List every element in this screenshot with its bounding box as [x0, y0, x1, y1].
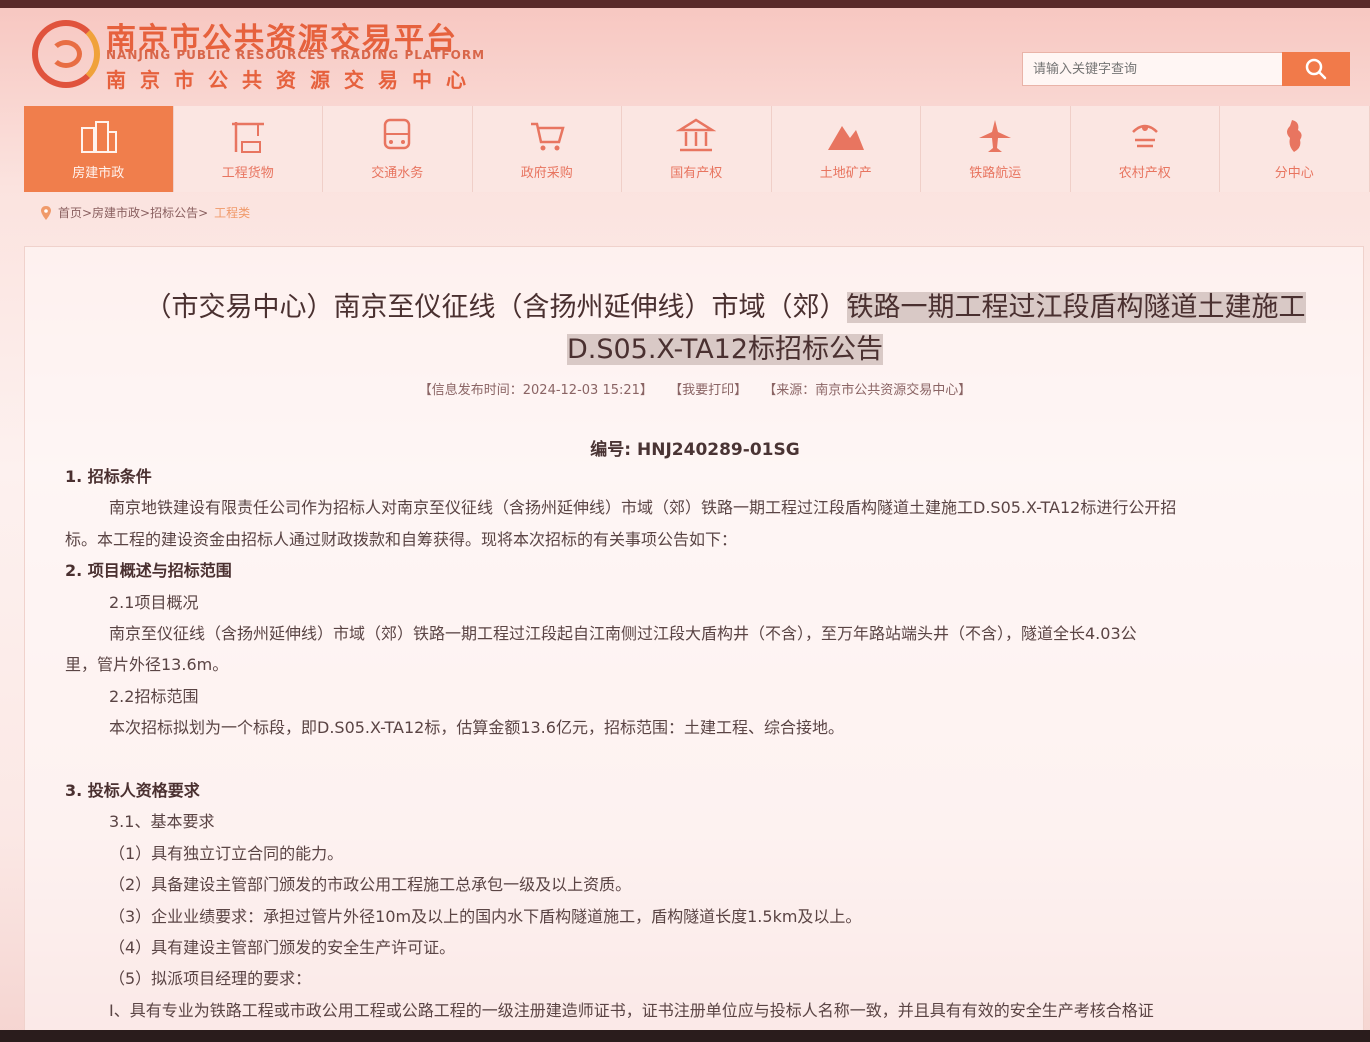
- screen: 南京市公共资源交易平台 NANJING PUBLIC RESOURCES TRA…: [0, 0, 1370, 1042]
- nav-item-label: 交通水务: [371, 165, 424, 181]
- section-heading: 3. 投标人资格要求: [65, 781, 200, 800]
- nav-item-engineering[interactable]: 工程货物: [173, 106, 323, 192]
- source-label: 【来源：南京市公共资源交易中心】: [763, 383, 972, 398]
- article-meta: 【信息发布时间：2024-12-03 15:21】 【我要打印】 【来源：南京市…: [25, 379, 1365, 398]
- search-input[interactable]: [1022, 52, 1284, 86]
- breadcrumb-current: 工程类: [214, 206, 251, 220]
- site-subtitle: 南京市公共资源交易中心: [106, 68, 480, 92]
- title-part-2-highlighted: 铁路一期工程过江段盾构隧道土建施工: [846, 292, 1306, 323]
- print-link[interactable]: 【我要打印】: [669, 383, 747, 398]
- monitor-top-edge: [0, 0, 1370, 8]
- nav-item-transport[interactable]: 交通水务: [323, 106, 473, 192]
- search-button[interactable]: [1282, 52, 1350, 86]
- mountain-icon: [827, 125, 864, 150]
- body-line: 南京地铁建设有限责任公司作为招标人对南京至仪征线（含扬州延伸线）市域（郊）铁路一…: [109, 498, 1177, 518]
- main-nav: 房建市政 工程货物 交通水务 政府采购 国有产权 土地矿产 铁路航运 农村产权: [24, 106, 1370, 192]
- article-title: （市交易中心）南京至仪征线（含扬州延伸线）市域（郊）铁路一期工程过江段盾构隧道土…: [95, 287, 1355, 371]
- map-icon: [1287, 119, 1302, 152]
- cart-icon: [530, 122, 565, 150]
- breadcrumb: 首页>房建市政>招标公告> 工程类: [40, 204, 250, 221]
- nav-item-procurement[interactable]: 政府采购: [472, 106, 622, 192]
- body-line: 3.1、基本要求: [109, 812, 215, 832]
- bank-icon: [676, 118, 717, 151]
- site-title-en: NANJING PUBLIC RESOURCES TRADING PLATFOR…: [106, 48, 486, 62]
- nav-item-label: 分中心: [1274, 165, 1314, 181]
- body-line: 里，管片外径13.6m。: [65, 655, 229, 675]
- breadcrumb-path[interactable]: 首页>房建市政>招标公告>: [58, 204, 208, 221]
- publish-time: 【信息发布时间：2024-12-03 15:21】: [418, 383, 653, 398]
- nav-item-railway[interactable]: 铁路航运: [921, 106, 1071, 192]
- body-line: （3）企业业绩要求：承担过管片外径10m及以上的国内水下盾构隧道施工，盾构隧道长…: [109, 906, 862, 926]
- body-line: 2.1项目概况: [109, 592, 199, 612]
- nav-item-branch[interactable]: 分中心: [1220, 106, 1370, 192]
- body-line: （4）具有建设主管部门颁发的安全生产许可证。: [109, 938, 456, 957]
- farm-icon: [1131, 124, 1158, 147]
- section-heading: 1. 招标条件: [65, 467, 152, 486]
- search-icon: [1305, 58, 1327, 80]
- body-line: 标。本工程的建设资金由招标人通过财政拨款和自筹获得。现将本次招标的有关事项公告如…: [65, 529, 738, 549]
- crane-icon: [231, 121, 264, 153]
- monitor-bottom-edge: [0, 1030, 1370, 1042]
- buildings-icon: [81, 120, 118, 153]
- section-heading: 2. 项目概述与招标范围: [65, 561, 232, 581]
- bus-icon: [384, 118, 411, 149]
- nav-item-label: 房建市政: [72, 165, 125, 181]
- nav-item-label: 政府采购: [520, 165, 573, 181]
- site-logo-icon[interactable]: [32, 20, 100, 88]
- nav-item-rural[interactable]: 农村产权: [1070, 106, 1220, 192]
- body-line: （5）拟派项目经理的要求：: [109, 969, 312, 989]
- site-header: 南京市公共资源交易平台 NANJING PUBLIC RESOURCES TRA…: [0, 8, 1370, 104]
- plane-icon: [979, 119, 1012, 152]
- body-line: 南京至仪征线（含扬州延伸线）市域（郊）铁路一期工程过江段起自江南侧过江段大盾构井…: [109, 624, 1137, 643]
- body-line: （1）具有独立订立合同的能力。: [109, 843, 344, 863]
- nav-item-label: 土地矿产: [819, 165, 872, 181]
- nav-item-housing[interactable]: 房建市政: [24, 106, 174, 192]
- nav-item-label: 农村产权: [1118, 165, 1171, 181]
- location-pin-icon: [41, 205, 51, 220]
- doc-number: 编号: HNJ240289-01SG: [590, 440, 800, 460]
- body-line: 本次招标拟划为一个标段，即D.S05.X-TA12标，估算金额13.6亿元，招标…: [109, 718, 844, 738]
- body-line: （2）具备建设主管部门颁发的市政公用工程施工总承包一级及以上资质。: [109, 875, 632, 895]
- nav-item-land[interactable]: 土地矿产: [771, 106, 921, 192]
- title-part-3-highlighted: D.S05.X-TA12标招标公告: [566, 334, 884, 365]
- title-part-1: （市交易中心）南京至仪征线（含扬州延伸线）市域（郊）: [144, 292, 847, 323]
- body-line: Ⅰ、具有专业为铁路工程或市政公用工程或公路工程的一级注册建造师证书，证书注册单位…: [109, 1000, 1154, 1020]
- nav-item-label: 工程货物: [221, 165, 274, 181]
- body-line: 2.2招标范围: [109, 686, 199, 706]
- nav-item-label: 国有产权: [670, 165, 723, 181]
- nav-item-state-assets[interactable]: 国有产权: [622, 106, 772, 192]
- nav-item-label: 铁路航运: [969, 165, 1022, 181]
- article-panel: （市交易中心）南京至仪征线（含扬州延伸线）市域（郊）铁路一期工程过江段盾构隧道土…: [24, 246, 1364, 1036]
